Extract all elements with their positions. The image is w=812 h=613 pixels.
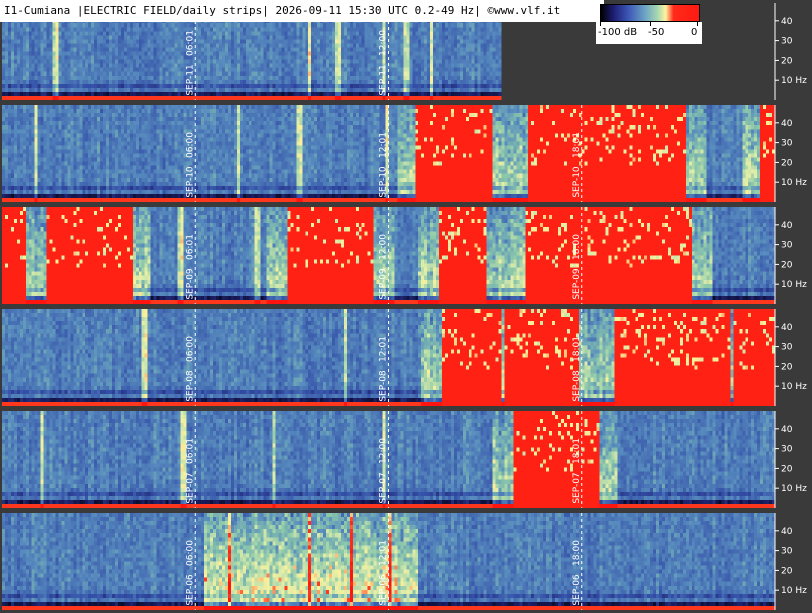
strip-date-label: SEP-09 xyxy=(185,268,195,300)
time-marker-label: 18:01 xyxy=(572,132,582,158)
y-tick-label: 30 xyxy=(781,343,793,353)
y-tick-label: 20 xyxy=(781,464,793,474)
strip-sep-07: 06:01 SEP-07 12:00 SEP-07 18:01 SEP-07 40 30 20 1… xyxy=(2,411,807,508)
y-tick-label: 20 xyxy=(781,566,793,576)
strip-date-label: SEP-11 xyxy=(185,64,195,95)
strip-date-label: SEP-10 xyxy=(185,166,195,198)
strip-date-label: SEP-06 xyxy=(379,574,389,606)
colorbar-tick-max: 0 xyxy=(691,27,698,38)
y-tick-label: 10 Hz xyxy=(781,178,807,188)
strip-sep-09: 06:01 SEP-09 12:00 SEP-09 18:00 SEP-09 40 30 20 1… xyxy=(2,207,807,304)
time-marker-label: 06:01 xyxy=(185,234,195,260)
y-tick-label: 40 xyxy=(781,425,793,435)
strip-date-label: SEP-07 xyxy=(185,472,195,503)
y-tick-label: 30 xyxy=(781,547,793,557)
time-marker-label: 06:01 xyxy=(185,30,195,56)
strip-date-label: SEP-08 xyxy=(572,370,582,402)
y-tick-label: 10 Hz xyxy=(781,586,807,596)
time-marker-label: 18:00 xyxy=(572,234,582,260)
y-tick-label: 40 xyxy=(781,17,793,27)
strip-date-label: SEP-11 xyxy=(379,64,389,95)
time-marker-label: 12:00 xyxy=(379,30,389,56)
time-marker-label: 12:00 xyxy=(379,438,389,464)
time-marker-label: 12:01 xyxy=(379,132,389,158)
strip-sep-06: 06:00 SEP-06 12:01 SEP-06 18:00 SEP-06 40 30 20 1… xyxy=(2,513,807,610)
strip-date-label: SEP-09 xyxy=(379,268,389,300)
strip-date-label: SEP-06 xyxy=(572,574,582,606)
spectrogram-plot: 06:01 SEP-11 12:00 SEP-11 40 30 20 10 Hz 06:00 SE… xyxy=(2,3,807,610)
y-tick-label: 20 xyxy=(781,56,793,66)
y-tick-label: 20 xyxy=(781,362,793,372)
y-tick-label: 10 Hz xyxy=(781,280,807,290)
time-marker-label: 18:01 xyxy=(572,336,582,362)
y-tick-label: 40 xyxy=(781,221,793,231)
y-tick-label: 30 xyxy=(781,37,793,47)
colorbar-tick-min: -100 dB xyxy=(598,27,638,38)
y-tick-label: 30 xyxy=(781,139,793,149)
y-tick-label: 10 Hz xyxy=(781,484,807,494)
time-marker-label: 18:00 xyxy=(572,540,582,566)
y-tick-label: 20 xyxy=(781,158,793,168)
strip-date-label: SEP-09 xyxy=(572,268,582,300)
strip-date-label: SEP-08 xyxy=(379,370,389,402)
colorbar-gradient xyxy=(600,4,700,22)
colorbar-tick-mid: -50 xyxy=(648,27,665,38)
strip-sep-10: 06:00 SEP-10 12:01 SEP-10 18:01 SEP-10 40 30 20 1… xyxy=(2,105,807,202)
y-tick-label: 40 xyxy=(781,119,793,129)
strip-date-label: SEP-07 xyxy=(379,472,389,503)
time-marker-label: 12:00 xyxy=(379,234,389,260)
y-tick-label: 30 xyxy=(781,445,793,455)
time-marker-label: 06:01 xyxy=(185,438,195,464)
time-marker-label: 12:01 xyxy=(379,336,389,362)
time-marker-label: 12:01 xyxy=(379,540,389,566)
strip-date-label: SEP-07 xyxy=(572,472,582,503)
y-tick-label: 10 Hz xyxy=(781,76,807,86)
time-marker-label: 06:00 xyxy=(185,540,195,566)
strip-sep-08: 06:00 SEP-08 12:01 SEP-08 18:01 SEP-08 40 30 20 1… xyxy=(2,309,807,406)
time-marker-label: 06:00 xyxy=(185,132,195,158)
y-tick-label: 20 xyxy=(781,260,793,270)
chart-title: I1-Cumiana |ELECTRIC FIELD/daily strips|… xyxy=(0,0,604,22)
time-marker-label: 18:01 xyxy=(572,438,582,464)
y-tick-label: 30 xyxy=(781,241,793,251)
strip-date-label: SEP-08 xyxy=(185,370,195,402)
colorbar-ticks: -100 dB -50 0 xyxy=(596,22,702,44)
y-tick-label: 40 xyxy=(781,527,793,537)
strip-date-label: SEP-10 xyxy=(379,166,389,198)
strip-date-label: SEP-06 xyxy=(185,574,195,606)
time-marker-label: 06:00 xyxy=(185,336,195,362)
y-tick-label: 10 Hz xyxy=(781,382,807,392)
y-tick-label: 40 xyxy=(781,323,793,333)
strip-date-label: SEP-10 xyxy=(572,166,582,198)
